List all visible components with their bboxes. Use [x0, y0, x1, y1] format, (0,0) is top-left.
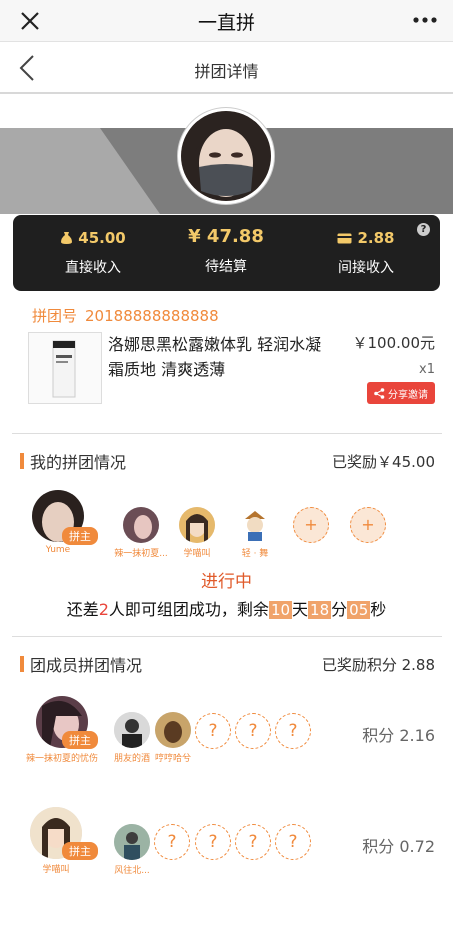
team-friend-2[interactable]: 哼哼哈兮	[150, 712, 196, 764]
member-4[interactable]: 轻 · 舞	[232, 507, 278, 559]
divider	[12, 636, 442, 637]
empty-slot[interactable]: ?	[235, 713, 271, 749]
team-owner-2[interactable]: 学喵叫	[22, 807, 90, 875]
member-3[interactable]: 学喵叫	[174, 507, 220, 559]
banner-decoration	[0, 128, 160, 214]
indirect-income: 2.88 间接收入	[296, 229, 436, 277]
avatar	[114, 712, 150, 748]
owner-badge: 拼主	[62, 527, 98, 545]
members-reward: 已奖励积分 2.88	[321, 655, 435, 674]
window-titlebar: 一直拼	[0, 0, 453, 42]
member-name: 学喵叫	[183, 549, 211, 559]
avatar	[237, 507, 273, 543]
my-group-reward: 已奖励￥45.00	[332, 452, 435, 471]
empty-slot[interactable]: ?	[275, 824, 311, 860]
member-owner[interactable]: Yume	[30, 490, 86, 555]
divider	[12, 433, 442, 434]
more-icon[interactable]	[413, 16, 437, 24]
member-name: Yume	[45, 545, 71, 555]
empty-slot[interactable]: ?	[235, 824, 271, 860]
member-name: 轻 · 舞	[241, 549, 269, 559]
empty-slot[interactable]: ?	[195, 713, 231, 749]
empty-slot[interactable]: +	[293, 507, 329, 543]
member-2[interactable]: 辣一抹初夏...	[110, 507, 172, 559]
avatar	[123, 507, 159, 543]
product-quantity: x1	[419, 362, 435, 377]
indirect-income-value: 2.88	[357, 229, 395, 247]
remaining-count: 2	[98, 600, 109, 619]
card-icon	[337, 233, 352, 243]
team-friend-1[interactable]: 风往北...	[108, 824, 156, 876]
member-name: 学喵叫	[42, 865, 70, 875]
group-order-label: 拼团号	[32, 307, 78, 325]
member-name: 风往北...	[114, 866, 150, 876]
direct-income-label: 直接收入	[65, 260, 121, 276]
app-title: 一直拼	[197, 12, 255, 34]
owner-badge: 拼主	[62, 842, 98, 860]
empty-slot[interactable]: ?	[154, 824, 190, 860]
member-name: 辣一抹初夏的忧伤	[25, 754, 98, 764]
countdown-seconds: 05	[347, 601, 371, 619]
member-name: 辣一抹初夏...	[114, 549, 168, 559]
empty-slot[interactable]: +	[350, 507, 386, 543]
pending-income-label: 待结算	[205, 259, 247, 275]
indirect-income-label: 间接收入	[338, 260, 394, 276]
member-score: 积分 2.16	[362, 726, 435, 745]
share-invite-label: 分享邀请	[388, 389, 428, 401]
member-score: 积分 0.72	[362, 837, 435, 856]
empty-slot[interactable]: ?	[275, 713, 311, 749]
countdown-hours: 18	[308, 601, 332, 619]
my-group-title: 我的拼团情况	[20, 449, 126, 473]
owner-badge: 拼主	[62, 731, 98, 749]
page: 一直拼 拼团详情 ? 45.00 直接收入 ¥ 47.88 待结算 2.88 间…	[0, 0, 453, 936]
nav-bar: 拼团详情	[0, 42, 453, 94]
team-friend-1[interactable]: 朋友的酒	[108, 712, 156, 764]
page-title: 拼团详情	[194, 62, 259, 81]
avatar	[155, 712, 191, 748]
avatar	[114, 824, 150, 860]
group-countdown: 还差2人即可组团成功，剩余 10 天 18 分 05 秒	[66, 600, 387, 619]
product-price: ￥100.00元	[352, 334, 436, 352]
my-group-header: 我的拼团情况 已奖励￥45.00	[20, 449, 435, 473]
pending-income: ¥ 47.88 待结算	[156, 226, 296, 276]
member-name: 哼哼哈兮	[154, 754, 191, 764]
owner-avatar	[178, 108, 274, 204]
product-image[interactable]	[28, 332, 102, 404]
direct-income-value: 45.00	[78, 229, 126, 247]
member-name: 朋友的酒	[113, 754, 150, 764]
pending-income-value: ¥ 47.88	[188, 226, 264, 247]
money-bag-icon	[61, 232, 73, 244]
share-icon	[374, 387, 385, 399]
group-order-number: 拼团号 20188888888888	[32, 305, 219, 326]
earnings-card: ? 45.00 直接收入 ¥ 47.88 待结算 2.88 间接收入	[13, 215, 440, 291]
group-status: 进行中	[201, 572, 252, 592]
share-invite-button[interactable]: 分享邀请	[367, 382, 435, 404]
members-title: 团成员拼团情况	[20, 652, 142, 676]
team-owner-1[interactable]: 辣一抹初夏的忧伤	[22, 696, 102, 764]
avatar	[179, 507, 215, 543]
members-header: 团成员拼团情况 已奖励积分 2.88	[20, 652, 435, 676]
product-name[interactable]: 洛娜思黑松露嫩体乳 轻润水凝霜质地 清爽透薄	[108, 332, 336, 382]
empty-slot[interactable]: ?	[195, 824, 231, 860]
direct-income: 45.00 直接收入	[23, 229, 163, 277]
group-order-value: 20188888888888	[85, 307, 219, 325]
countdown-days: 10	[268, 601, 293, 619]
